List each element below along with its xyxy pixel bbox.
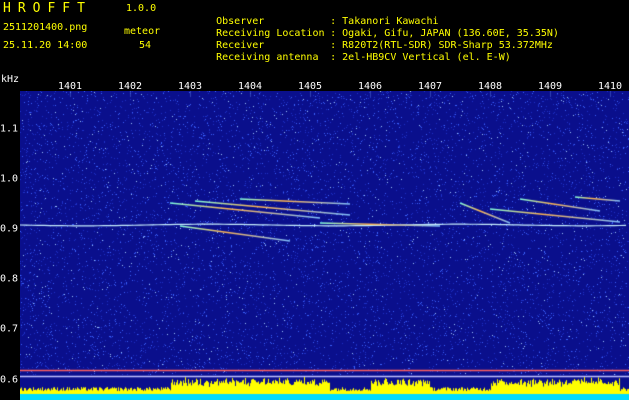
app-title: HROFFT [3, 1, 92, 16]
event-type-label: meteor [124, 26, 161, 37]
y-tick-label: 0.6 [0, 374, 19, 386]
y-tick-label: 1.0 [0, 173, 19, 185]
info-value: : 2el-HB9CV Vertical (el. E-W) [330, 52, 511, 63]
app-version: 1.0.0 [126, 3, 157, 14]
file-name: 2511201400.png [3, 22, 88, 33]
event-count: 54 [139, 40, 152, 51]
y-tick-label: 0.8 [0, 273, 19, 285]
info-key: Receiving antenna [216, 52, 319, 63]
y-tick-label: 1.1 [0, 123, 19, 135]
spectrogram-canvas [20, 91, 629, 400]
y-axis-unit: kHz [1, 74, 20, 85]
y-tick-label: 0.7 [0, 323, 19, 335]
timestamp: 25.11.20 14:00 [3, 40, 88, 51]
y-tick-label: 0.9 [0, 223, 19, 235]
info-row-antenna: Receiving antenna : 2el-HB9CV Vertical (e… [180, 41, 511, 74]
hrofft-window: HROFFT 1.0.0 2511201400.png 25.11.20 14:… [0, 0, 629, 400]
